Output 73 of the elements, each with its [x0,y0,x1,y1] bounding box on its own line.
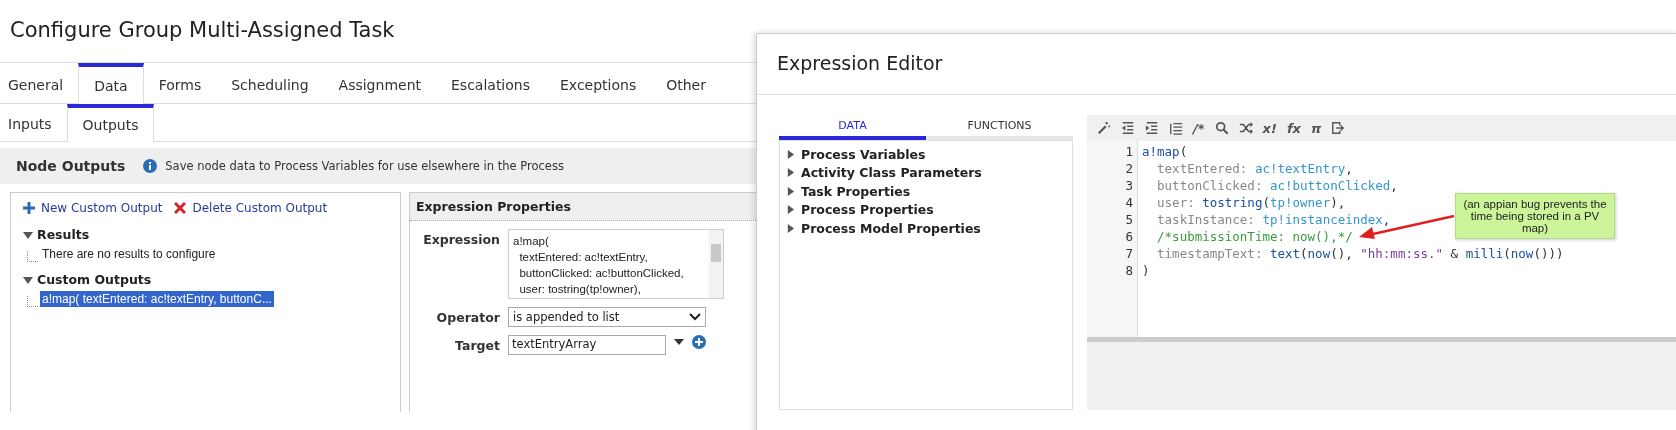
expression-field[interactable]: a!map( textEntered: ac!textEntry, buttonClicked: ac!buttonClicked, user: tostring(tp!owner), [508,229,724,299]
line-number: 7 [1125,245,1133,262]
chevron-icon [689,313,701,321]
tab[interactable]: FUNCTIONS [926,115,1073,140]
tree-leaf[interactable]: a!map( textEntered: ac!textEntry, buttonC... [40,291,274,307]
line-number: 8 [1125,262,1133,279]
tab[interactable]: Assignment [323,63,436,103]
code-line: a!map( [1142,143,1188,160]
tab[interactable]: Data [78,63,144,104]
line-number: 5 [1125,211,1133,228]
tab[interactable]: Escalations [436,63,545,103]
action-link[interactable]: New Custom Output [23,201,163,215]
list-icon[interactable] [1169,121,1183,135]
tree-node[interactable]: Activity Class Parameters [801,165,982,181]
wand-icon[interactable] [1097,121,1111,135]
x-icon [174,202,187,214]
line-number: 4 [1125,194,1133,211]
tab[interactable]: Forms [143,63,217,103]
line-number: 2 [1125,160,1133,177]
toolbar-button[interactable]: /* [1193,120,1205,136]
caret-icon[interactable] [786,223,795,233]
add-icon[interactable] [692,335,706,349]
tree-node[interactable]: Process Properties [801,202,934,218]
plus-icon [23,202,35,214]
caret-icon[interactable] [786,149,795,159]
scrollbar[interactable] [709,230,723,298]
code-line: buttonClicked: ac!buttonClicked, [1156,177,1398,194]
tree-node[interactable]: Custom Outputs [37,272,152,287]
target-field[interactable]: textEntryArray [508,335,666,355]
toolbar-button[interactable]: π [1310,120,1322,136]
tab[interactable]: Exceptions [545,63,652,103]
tab[interactable]: DATA [779,115,926,140]
callout-note: (an appian bug prevents the time being stored in a PV map) [1455,193,1615,239]
line-number: 3 [1125,177,1133,194]
toolbar-button[interactable]: x! [1262,120,1277,136]
caret-icon[interactable] [786,168,795,178]
info-icon [143,159,158,173]
exit-icon[interactable] [1331,121,1346,135]
code-line: /*submissionTime: now(),*/ [1156,228,1353,245]
outdent-icon[interactable] [1121,121,1135,135]
subtab[interactable]: Inputs [0,104,67,141]
tab[interactable]: General [0,63,79,103]
code-line: taskInstance: tp!instanceindex, [1156,211,1391,228]
subtab[interactable]: Outputs [66,104,155,142]
tree-node[interactable]: Process Variables [801,146,926,162]
code-line: textEntered: ac!textEntry, [1156,160,1353,177]
indent-icon[interactable] [1145,121,1159,135]
tree-leaf[interactable]: There are no results to configure [40,246,218,262]
tree-node[interactable]: Results [37,227,90,242]
line-number: 1 [1125,143,1133,160]
info-text: Save node data to Process Variables for use elsewhere in the Process [165,159,564,173]
search-icon[interactable] [1214,121,1229,135]
toolbar-button[interactable]: fx [1286,120,1301,136]
action-link[interactable]: Delete Custom Output [174,201,328,215]
caret-icon[interactable] [674,339,684,345]
field-label: Expression [422,231,500,247]
operator-dropdown[interactable]: is appended to list [508,307,706,327]
tab[interactable]: Other [651,63,721,103]
code-line: timestampText: text(now(), "hh:mm:ss." & milli(now())) [1156,245,1564,262]
caret-icon[interactable] [786,186,795,196]
tab[interactable]: Scheduling [216,63,324,103]
line-number: 6 [1125,228,1133,245]
section-title: Node Outputs [16,158,126,174]
tree-node[interactable]: Task Properties [801,183,911,199]
shuffle-icon[interactable] [1238,121,1253,135]
code-line: ) [1142,262,1150,279]
tree-node[interactable]: Process Model Properties [801,220,981,236]
field-label: Operator [435,309,500,325]
caret-icon[interactable] [786,205,795,215]
code-line: user: tostring(tp!owner), [1156,194,1346,211]
caret-icon[interactable] [23,229,33,240]
caret-icon[interactable] [23,274,33,285]
field-label: Target [454,337,500,353]
